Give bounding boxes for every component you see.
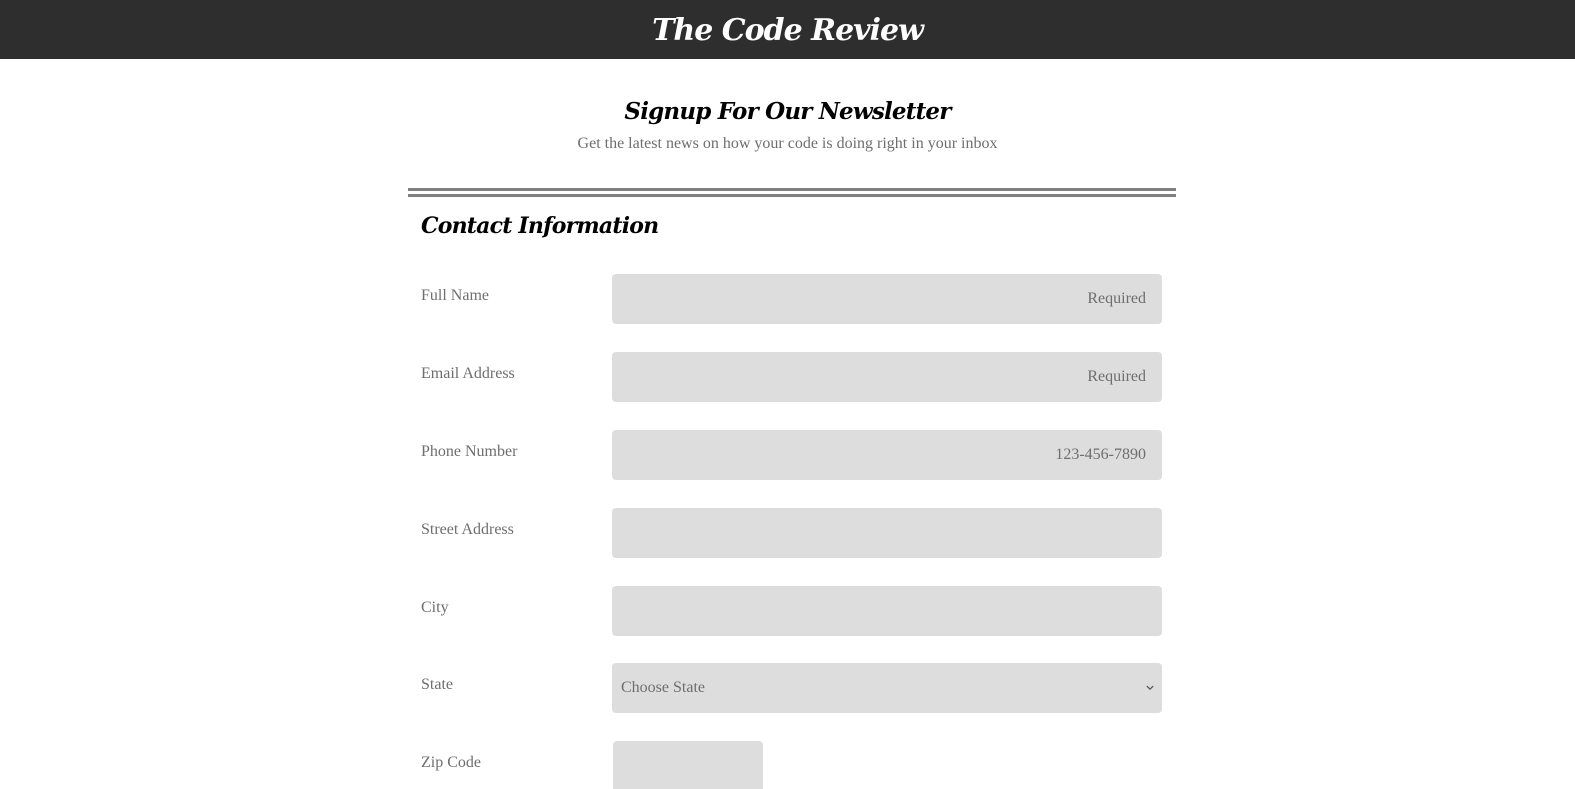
city-row: City	[421, 586, 1162, 636]
state-label: State	[421, 676, 453, 693]
zip-row: Zip Code	[421, 741, 1162, 789]
zip-label: Zip Code	[421, 754, 481, 771]
section-divider	[408, 188, 1176, 197]
city-input[interactable]	[612, 586, 1162, 636]
street-input[interactable]	[612, 508, 1162, 558]
site-title: The Code Review	[652, 13, 924, 48]
contact-section-title: Contact Information	[421, 213, 659, 239]
state-row: State Choose State	[421, 663, 1162, 713]
state-select[interactable]: Choose State	[612, 663, 1162, 713]
newsletter-intro: Signup For Our Newsletter Get the latest…	[0, 96, 1575, 156]
chevron-down-icon	[1146, 685, 1154, 690]
email-row: Email Address Required	[421, 352, 1162, 402]
zip-input[interactable]	[613, 741, 763, 789]
email-placeholder: Required	[1087, 368, 1146, 385]
full-name-input[interactable]: Required	[612, 274, 1162, 324]
newsletter-subheading: Get the latest news on how your code is …	[577, 135, 998, 152]
full-name-row: Full Name Required	[421, 274, 1162, 324]
city-label: City	[421, 599, 449, 616]
site-header: The Code Review	[0, 0, 1575, 59]
phone-label: Phone Number	[421, 443, 518, 460]
state-selected-value: Choose State	[621, 679, 705, 696]
phone-placeholder: 123-456-7890	[1055, 446, 1146, 463]
full-name-label: Full Name	[421, 287, 489, 304]
newsletter-heading: Signup For Our Newsletter	[624, 98, 951, 125]
phone-row: Phone Number 123-456-7890	[421, 430, 1162, 480]
full-name-placeholder: Required	[1087, 290, 1146, 307]
email-input[interactable]: Required	[612, 352, 1162, 402]
email-label: Email Address	[421, 365, 515, 382]
street-label: Street Address	[421, 521, 514, 538]
street-row: Street Address	[421, 508, 1162, 558]
phone-input[interactable]: 123-456-7890	[612, 430, 1162, 480]
